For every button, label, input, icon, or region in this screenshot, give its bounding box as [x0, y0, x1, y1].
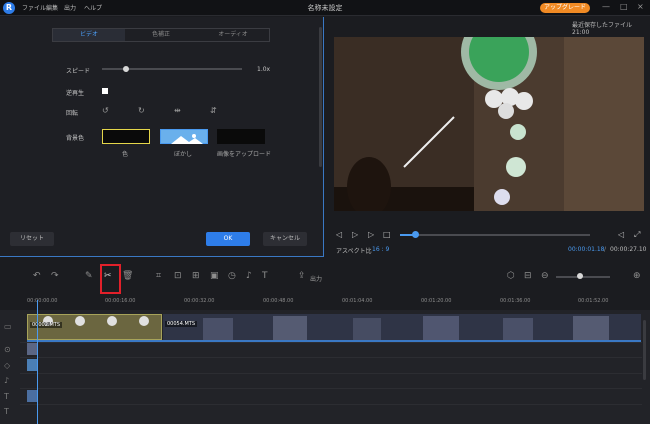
speed-label: スピード — [66, 68, 91, 75]
timeline-clip[interactable]: 00054.MTS — [163, 314, 641, 340]
speed-value: 1.0x — [257, 66, 271, 73]
video-track-icon: ▭ — [4, 322, 12, 331]
effect-clip[interactable] — [27, 359, 37, 371]
aspect-label: アスペクト比 — [336, 248, 372, 255]
audio-waveform-bar — [27, 340, 641, 342]
timer-icon[interactable]: ◷ — [228, 271, 236, 281]
camera-icon[interactable]: ▣ — [210, 271, 219, 281]
clip-label: 00054.MTS — [165, 321, 198, 327]
edit-toolbar — [0, 260, 650, 296]
redo-icon[interactable]: ↷ — [51, 271, 59, 281]
close-button[interactable]: × — [637, 2, 644, 11]
mic-icon[interactable]: ♪ — [246, 271, 252, 281]
prev-frame-icon[interactable]: ◁ — [336, 230, 342, 239]
audio-track-icon: ♪ — [4, 376, 10, 385]
speed-icon[interactable]: ⊞ — [192, 271, 200, 281]
ok-button[interactable]: OK — [206, 232, 250, 246]
freeze-icon[interactable]: ⊡ — [174, 271, 182, 281]
reset-button[interactable]: リセット — [10, 232, 54, 246]
playhead[interactable] — [37, 300, 38, 424]
zoom-slider[interactable] — [556, 276, 610, 278]
ruler-tick: 00:01:04.00 — [342, 298, 373, 304]
playback-progress-bar[interactable] — [400, 234, 590, 236]
background-label: 背景色 — [66, 135, 85, 142]
volume-icon[interactable]: ◁ — [618, 230, 624, 239]
overlay-clip[interactable] — [27, 343, 37, 355]
ruler-tick: 00:00:32.00 — [184, 298, 215, 304]
speed-slider-knob[interactable] — [122, 66, 129, 72]
flip-vertical-icon[interactable]: ⇵ — [210, 106, 217, 115]
fullscreen-icon[interactable]: ⤢ — [634, 230, 640, 240]
aspect-value[interactable]: 16 : 9 — [372, 246, 389, 253]
ruler-tick: 00:01:36.00 — [500, 298, 531, 304]
zoom-slider-knob[interactable] — [577, 273, 583, 279]
fit-icon[interactable]: ⊟ — [524, 271, 532, 281]
video-preview[interactable] — [334, 37, 644, 211]
tab-video[interactable]: ビデオ — [53, 29, 125, 41]
stop-icon[interactable]: □ — [383, 230, 391, 239]
rotate-right-icon[interactable]: ↻ — [138, 106, 145, 115]
ruler-tick: 00:01:52.00 — [578, 298, 609, 304]
ruler-tick: 00:00:16.00 — [105, 298, 136, 304]
ruler-tick: 00:00:48.00 — [263, 298, 294, 304]
effect-track-icon: ◇ — [4, 361, 11, 370]
tab-color[interactable]: 色補正 — [125, 29, 197, 41]
settings-tabs: ビデオ 色補正 オーディオ — [52, 28, 270, 42]
tts-icon[interactable]: T — [262, 271, 268, 281]
cancel-button[interactable]: キャンセル — [263, 232, 307, 246]
bg-blur-option[interactable] — [160, 129, 208, 144]
video-frame-image — [334, 37, 644, 211]
scissors-highlight-box — [100, 264, 121, 294]
rotate-left-icon[interactable]: ↺ — [102, 106, 109, 115]
bg-color-option[interactable] — [102, 129, 150, 144]
timeline-clip[interactable]: 00002.MTS — [27, 314, 162, 340]
reverse-label: 逆再生 — [66, 90, 85, 97]
zoom-out-icon[interactable]: ⊖ — [541, 271, 549, 281]
total-time: 00:00:27.10 — [610, 246, 647, 253]
overlay-track-icon: ⊙ — [4, 345, 11, 354]
marker-icon[interactable]: ⬡ — [507, 271, 515, 281]
timeline-scrollbar[interactable] — [643, 320, 646, 380]
tab-audio[interactable]: オーディオ — [197, 29, 269, 41]
clip-label: 00002.MTS — [30, 322, 63, 328]
timeline-ruler[interactable] — [0, 296, 650, 310]
undo-icon[interactable]: ↶ — [33, 271, 41, 281]
flip-horizontal-icon[interactable]: ⇹ — [174, 106, 181, 115]
crop-icon[interactable]: ⌗ — [156, 271, 161, 281]
title-bar: R ファイル 編集 出力 ヘルプ 名称未設定 アップグレード — □ × — [0, 0, 650, 16]
reverse-checkbox[interactable] — [102, 88, 108, 94]
blur-image-icon — [171, 134, 203, 144]
maximize-button[interactable]: □ — [620, 2, 628, 11]
minimize-button[interactable]: — — [602, 2, 610, 11]
rotate-label: 回転 — [66, 110, 79, 117]
pencil-icon[interactable]: ✎ — [85, 271, 93, 281]
play-icon[interactable]: ▷ — [352, 230, 358, 239]
subtitle-track-icon: T — [4, 407, 9, 416]
export-label[interactable]: 出力 — [310, 274, 322, 283]
trash-icon[interactable]: 🗑 — [122, 271, 133, 281]
text-track-icon: T — [4, 392, 9, 401]
playback-progress-knob[interactable] — [412, 231, 420, 238]
bg-blur-label: ぼかし — [174, 151, 193, 158]
settings-scrollbar[interactable] — [319, 27, 322, 167]
bg-color-label: 色 — [122, 151, 129, 158]
clip-thumbnails — [163, 314, 641, 340]
export-icon[interactable]: ⇪ — [298, 271, 306, 281]
zoom-in-icon[interactable]: ⊕ — [633, 271, 641, 281]
autosave-status: 最近保存したファイル 21:00 — [572, 22, 633, 36]
text-clip[interactable] — [27, 390, 37, 402]
bg-upload-label: 画像をアップロード — [217, 151, 272, 158]
upgrade-button[interactable]: アップグレード — [540, 3, 590, 13]
current-time: 00:00:01.18 — [568, 246, 605, 253]
bg-upload-option[interactable] — [217, 129, 265, 144]
next-frame-icon[interactable]: ▷ — [368, 230, 374, 239]
ruler-tick: 00:00:00.00 — [27, 298, 58, 304]
ruler-tick: 00:01:20.00 — [421, 298, 452, 304]
